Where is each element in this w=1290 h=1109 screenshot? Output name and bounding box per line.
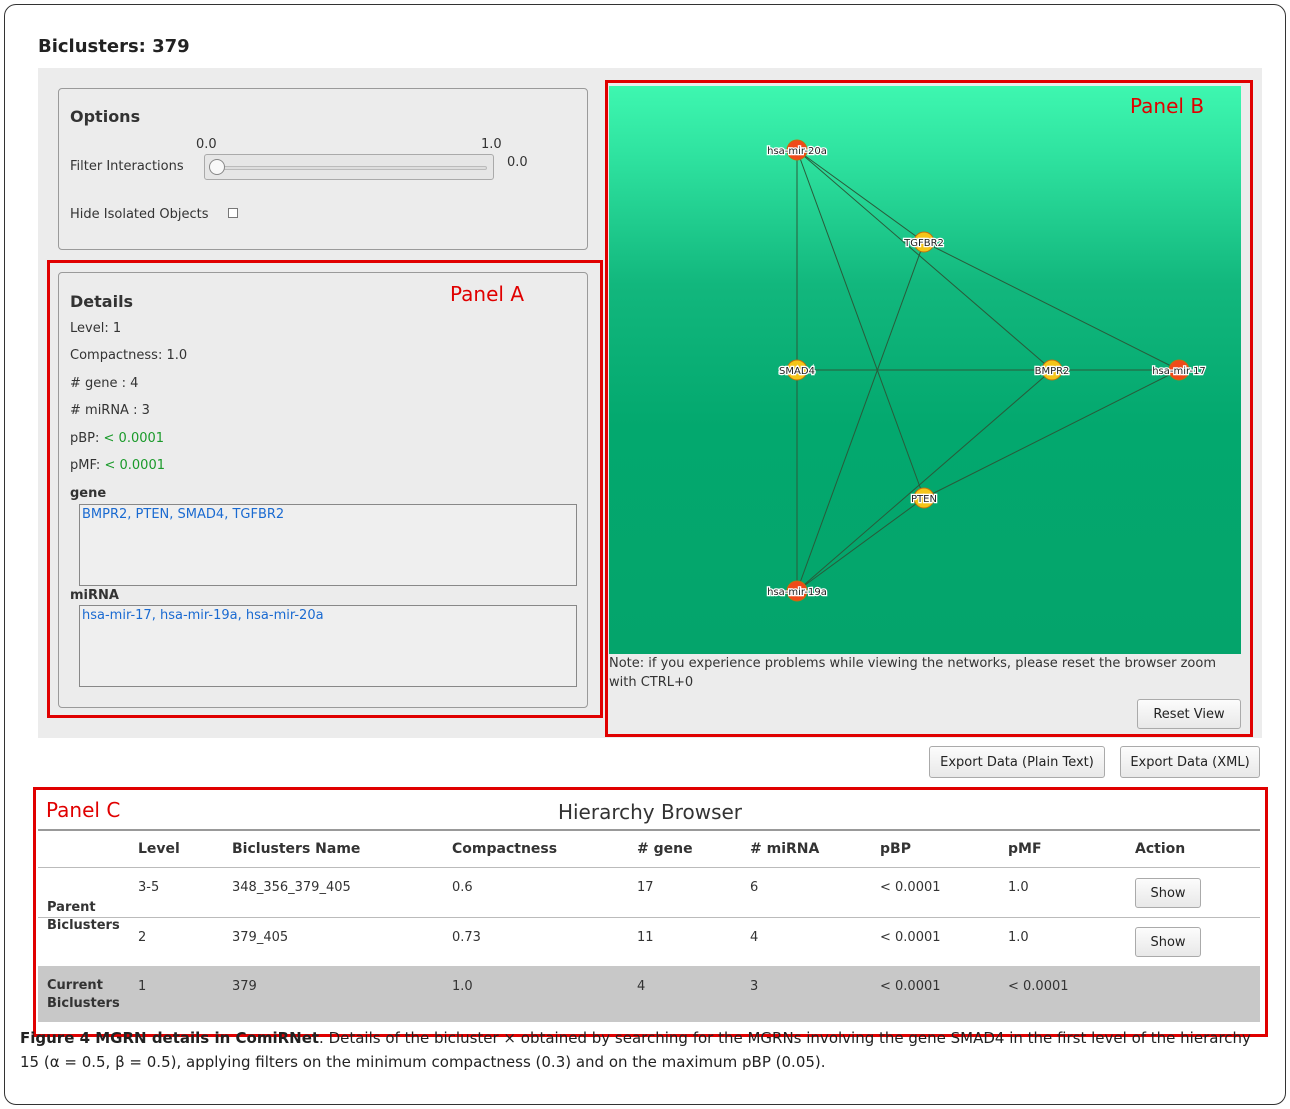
panel-b-frame xyxy=(605,80,1253,737)
figure-caption: Figure 4 MGRN details in ComiRNet. Detai… xyxy=(20,1029,1251,1071)
slider-max-label: 1.0 xyxy=(481,137,502,152)
page-title: Biclusters: 379 xyxy=(38,36,190,57)
slider-thumb[interactable] xyxy=(209,159,225,175)
filter-interactions-slider[interactable] xyxy=(204,154,494,180)
options-heading: Options xyxy=(70,107,141,126)
hide-isolated-checkbox[interactable] xyxy=(228,208,238,218)
filter-interactions-label: Filter Interactions xyxy=(70,159,184,174)
slider-min-label: 0.0 xyxy=(196,137,217,152)
hide-isolated-label: Hide Isolated Objects xyxy=(70,207,209,222)
export-xml-button[interactable]: Export Data (XML) xyxy=(1120,746,1260,778)
slider-rail xyxy=(211,166,487,170)
panel-c-label: Panel C xyxy=(46,798,121,822)
panel-a-frame xyxy=(47,260,603,718)
panel-c-frame xyxy=(33,787,1268,1037)
panel-a-label: Panel A xyxy=(450,282,524,306)
filter-value: 0.0 xyxy=(507,155,528,170)
export-plain-text-button[interactable]: Export Data (Plain Text) xyxy=(929,746,1105,778)
